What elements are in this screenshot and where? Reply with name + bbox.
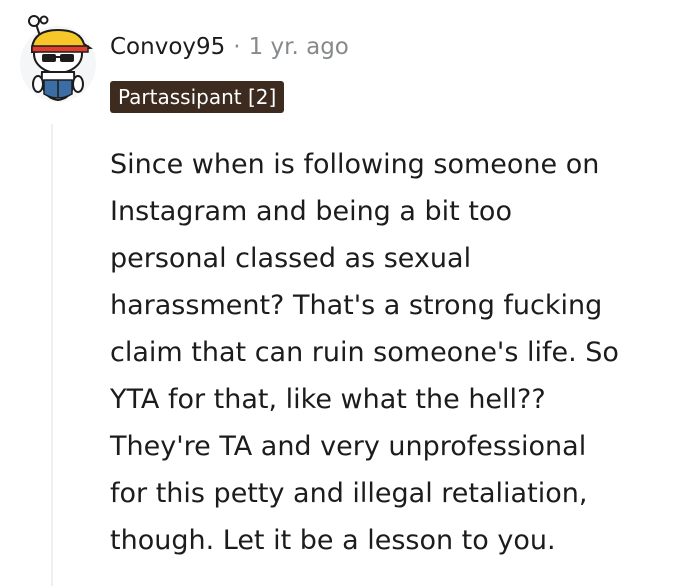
comment-body-line: Instagram and being a bit too <box>110 196 512 227</box>
author-name[interactable]: Convoy95 <box>110 34 225 60</box>
comment-body-line: claim that can ruin someone's life. So <box>110 337 619 368</box>
comment-body-line: though. Let it be a lesson to you. <box>110 525 556 556</box>
user-flair-text: Partassipant [2] <box>118 85 277 109</box>
user-flair: Partassipant [2] <box>110 81 285 113</box>
comment-timestamp[interactable]: 1 yr. ago <box>249 34 349 60</box>
thread-collapse-line[interactable] <box>51 124 53 586</box>
comment-body-line: They're TA and very unprofessional <box>110 431 587 462</box>
comment-body: Since when is following someone on Insta… <box>110 141 690 564</box>
meta-separator: · <box>233 34 241 60</box>
user-avatar[interactable] <box>12 14 98 110</box>
comment-body-line: YTA for that, like what the hell?? <box>110 384 546 415</box>
snoo-avatar-icon <box>20 15 96 102</box>
comment: Convoy95 · 1 yr. ago Partassipant [2] Si… <box>0 0 700 586</box>
comment-header: Convoy95 · 1 yr. ago <box>110 32 349 62</box>
comment-body-line: personal classed as sexual <box>110 243 472 274</box>
comment-body-line: Since when is following someone on <box>110 149 600 180</box>
comment-body-line: harassment? That's a strong fucking <box>110 290 603 321</box>
comment-body-line: for this petty and illegal retaliation, <box>110 478 588 509</box>
